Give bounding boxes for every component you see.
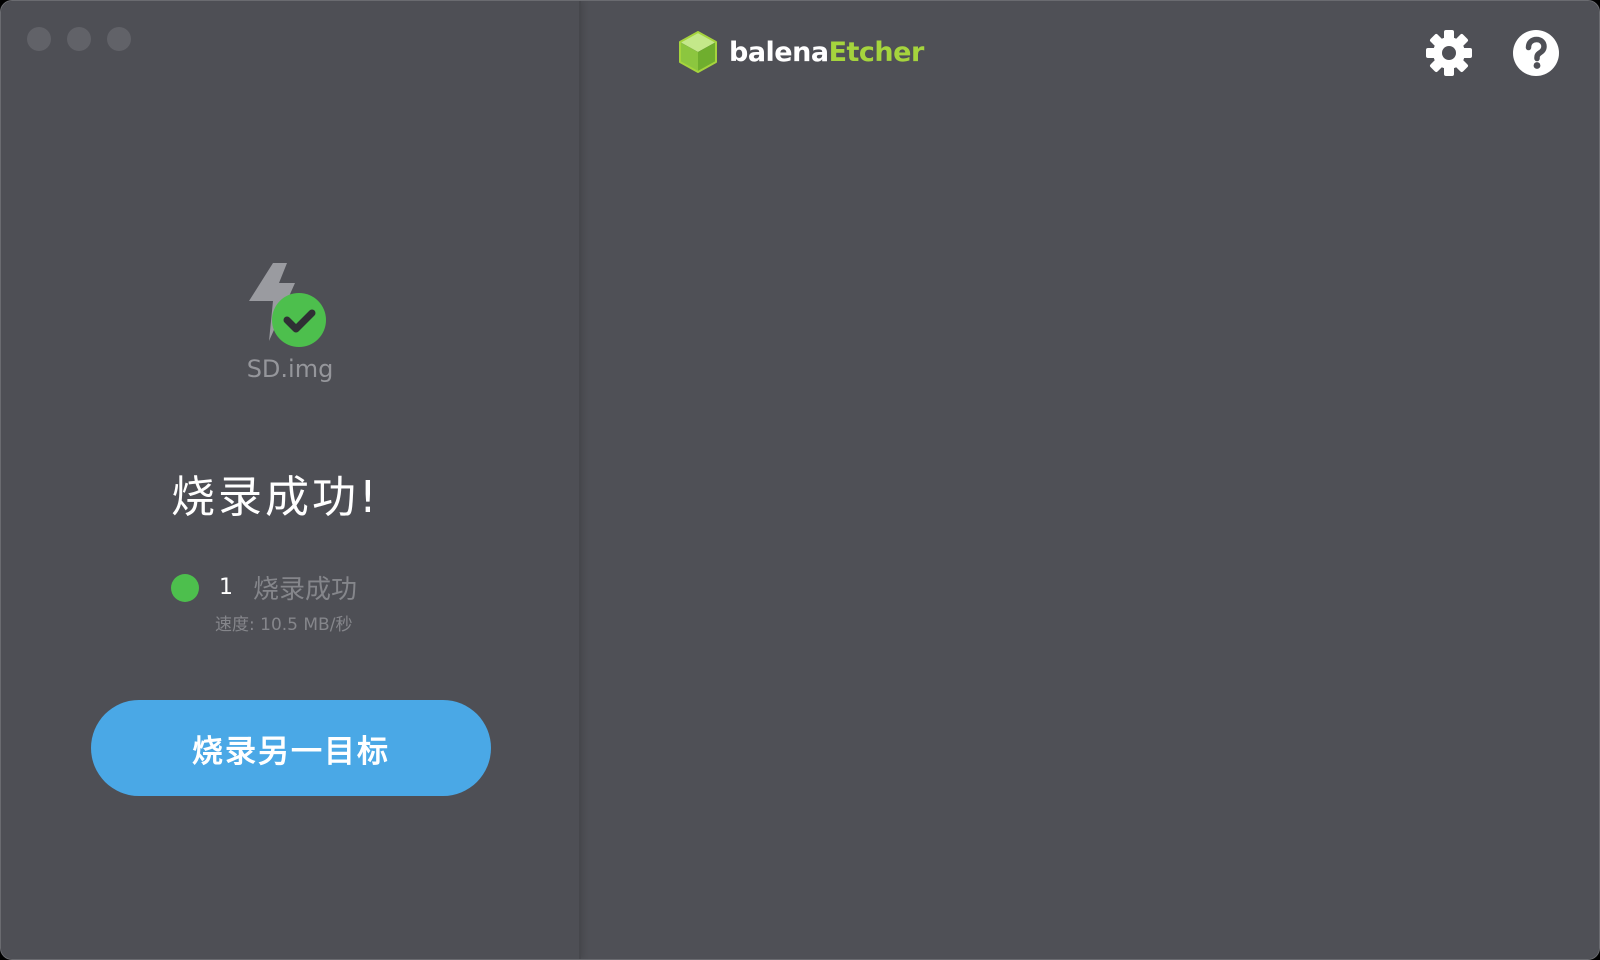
app-logo: balenaEtcher	[677, 29, 924, 75]
app-window: SD.img 烧录成功! 1 烧录成功 速度: 10.5 MB/秒 烧录另一目标…	[0, 0, 1600, 960]
cube-icon	[679, 31, 717, 73]
flash-complete-title: 烧录成功!	[171, 472, 380, 523]
gear-icon	[1426, 30, 1472, 76]
image-name: SD.img	[246, 355, 334, 383]
success-dot-icon	[171, 573, 199, 602]
flash-speed: 速度: 10.5 MB/秒	[215, 615, 353, 635]
minimize-window-button[interactable]	[67, 27, 91, 51]
close-window-button[interactable]	[27, 27, 51, 51]
app-name-balena: balena	[729, 36, 829, 68]
app-name: balenaEtcher	[729, 37, 924, 68]
success-count: 1	[219, 575, 233, 600]
help-button[interactable]	[1512, 29, 1560, 77]
status-row: 1 烧录成功	[171, 569, 357, 606]
maximize-window-button[interactable]	[107, 27, 131, 51]
flash-success-icon	[249, 263, 326, 347]
left-panel: SD.img 烧录成功! 1 烧录成功 速度: 10.5 MB/秒 烧录另一目标	[1, 1, 581, 959]
window-controls	[27, 27, 131, 51]
question-circle-icon	[1513, 30, 1559, 76]
app-name-etcher: Etcher	[828, 36, 925, 68]
flash-another-button[interactable]: 烧录另一目标	[91, 700, 491, 796]
settings-button[interactable]	[1425, 29, 1473, 77]
right-panel	[581, 1, 1599, 959]
success-label: 烧录成功	[253, 575, 358, 605]
